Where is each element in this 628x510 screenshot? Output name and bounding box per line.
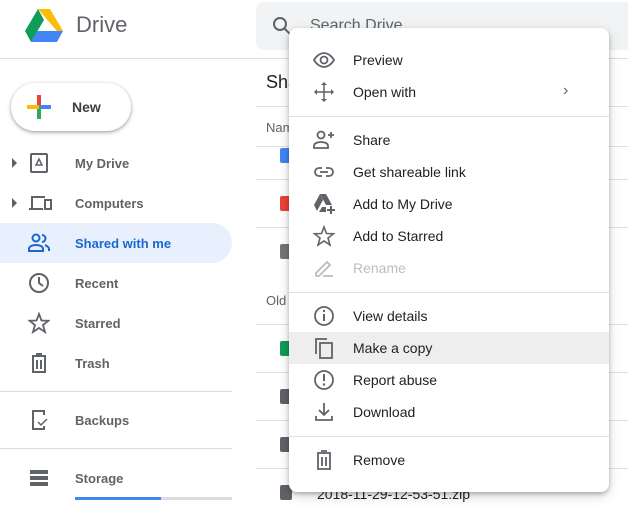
sidebar-item-label: Storage — [75, 471, 124, 486]
new-label: New — [72, 99, 101, 115]
sidebar-item-starred[interactable]: Starred — [0, 303, 232, 343]
menu-divider — [289, 292, 609, 293]
people-icon — [28, 233, 50, 252]
menu-item-download[interactable]: Download — [289, 396, 609, 428]
menu-divider — [289, 436, 609, 437]
person-add-icon — [313, 130, 334, 149]
sidebar-item-label: Starred — [75, 316, 121, 331]
trash-icon — [317, 450, 331, 470]
storage-bar-fill — [75, 497, 162, 500]
expand-arrow-icon[interactable] — [12, 158, 17, 168]
menu-item-share[interactable]: Share — [289, 124, 609, 156]
alert-icon — [314, 370, 334, 390]
menu-item-label: Get shareable link — [353, 164, 466, 180]
sidebar-item-backups[interactable]: Backups — [0, 400, 232, 440]
menu-item-label: Add to Starred — [353, 228, 444, 244]
download-icon — [315, 403, 333, 421]
menu-item-make-a-copy[interactable]: Make a copy — [289, 332, 609, 364]
sidebar-item-my-drive[interactable]: My Drive — [0, 143, 232, 183]
context-menu: Preview Open with › Share Get shareable l… — [289, 28, 609, 492]
copy-icon — [315, 338, 333, 359]
sidebar-item-recent[interactable]: Recent — [0, 263, 232, 303]
sidebar-item-label: Recent — [75, 276, 119, 291]
menu-item-preview[interactable]: Preview — [289, 44, 609, 76]
menu-item-add-to-my-drive[interactable]: Add to My Drive — [289, 188, 609, 220]
menu-item-report-abuse[interactable]: Report abuse — [289, 364, 609, 396]
sidebar-item-label: Computers — [75, 196, 144, 211]
sidebar-item-trash[interactable]: Trash — [0, 343, 232, 383]
menu-item-label: Preview — [353, 52, 403, 68]
sidebar-item-label: Backups — [75, 413, 130, 428]
eye-icon — [313, 52, 335, 68]
storage-bar — [75, 497, 232, 500]
menu-item-view-details[interactable]: View details — [289, 300, 609, 332]
storage-icon — [30, 470, 48, 486]
star-icon — [28, 312, 50, 334]
menu-item-rename: Rename — [289, 252, 609, 284]
menu-item-label: View details — [353, 308, 428, 324]
sidebar-item-label: Shared with me — [75, 236, 172, 251]
sidebar-divider — [0, 391, 232, 392]
menu-divider — [289, 116, 609, 117]
menu-item-label: Add to My Drive — [353, 196, 453, 212]
menu-item-get-link[interactable]: Get shareable link — [289, 156, 609, 188]
menu-item-label: Rename — [353, 260, 406, 276]
sidebar-item-label: My Drive — [75, 156, 130, 171]
menu-item-label: Make a copy — [353, 340, 433, 356]
new-button[interactable]: New — [11, 83, 131, 131]
sidebar-item-storage[interactable]: Storage — [0, 458, 232, 498]
computers-icon — [29, 196, 52, 210]
info-icon — [314, 306, 334, 326]
sidebar-item-computers[interactable]: Computers — [0, 183, 232, 223]
link-icon — [314, 167, 334, 177]
sidebar-item-shared-with-me[interactable]: Shared with me — [0, 223, 232, 263]
section-older: Old — [266, 293, 287, 308]
drive-add-icon — [314, 194, 335, 214]
menu-item-label: Report abuse — [353, 372, 438, 388]
menu-item-label: Open with — [353, 84, 417, 100]
menu-item-label: Remove — [353, 452, 406, 468]
my-drive-icon — [30, 153, 48, 173]
star-icon — [313, 225, 335, 247]
menu-item-add-to-starred[interactable]: Add to Starred — [289, 220, 609, 252]
trash-icon — [32, 353, 46, 373]
backups-icon — [32, 410, 48, 430]
app-title: Drive — [76, 12, 128, 37]
menu-item-label: Share — [353, 132, 391, 148]
menu-item-open-with[interactable]: Open with › — [289, 76, 609, 108]
sidebar-item-label: Trash — [75, 356, 110, 371]
sidebar-divider — [0, 448, 232, 449]
expand-arrow-icon[interactable] — [12, 198, 17, 208]
plus-icon — [27, 95, 51, 119]
clock-icon — [29, 273, 49, 293]
move-icon — [314, 82, 334, 102]
menu-item-remove[interactable]: Remove — [289, 444, 609, 476]
drive-logo-icon — [25, 9, 63, 42]
pencil-icon — [315, 260, 333, 277]
menu-item-label: Download — [353, 404, 416, 420]
chevron-right-icon: › — [563, 82, 569, 99]
